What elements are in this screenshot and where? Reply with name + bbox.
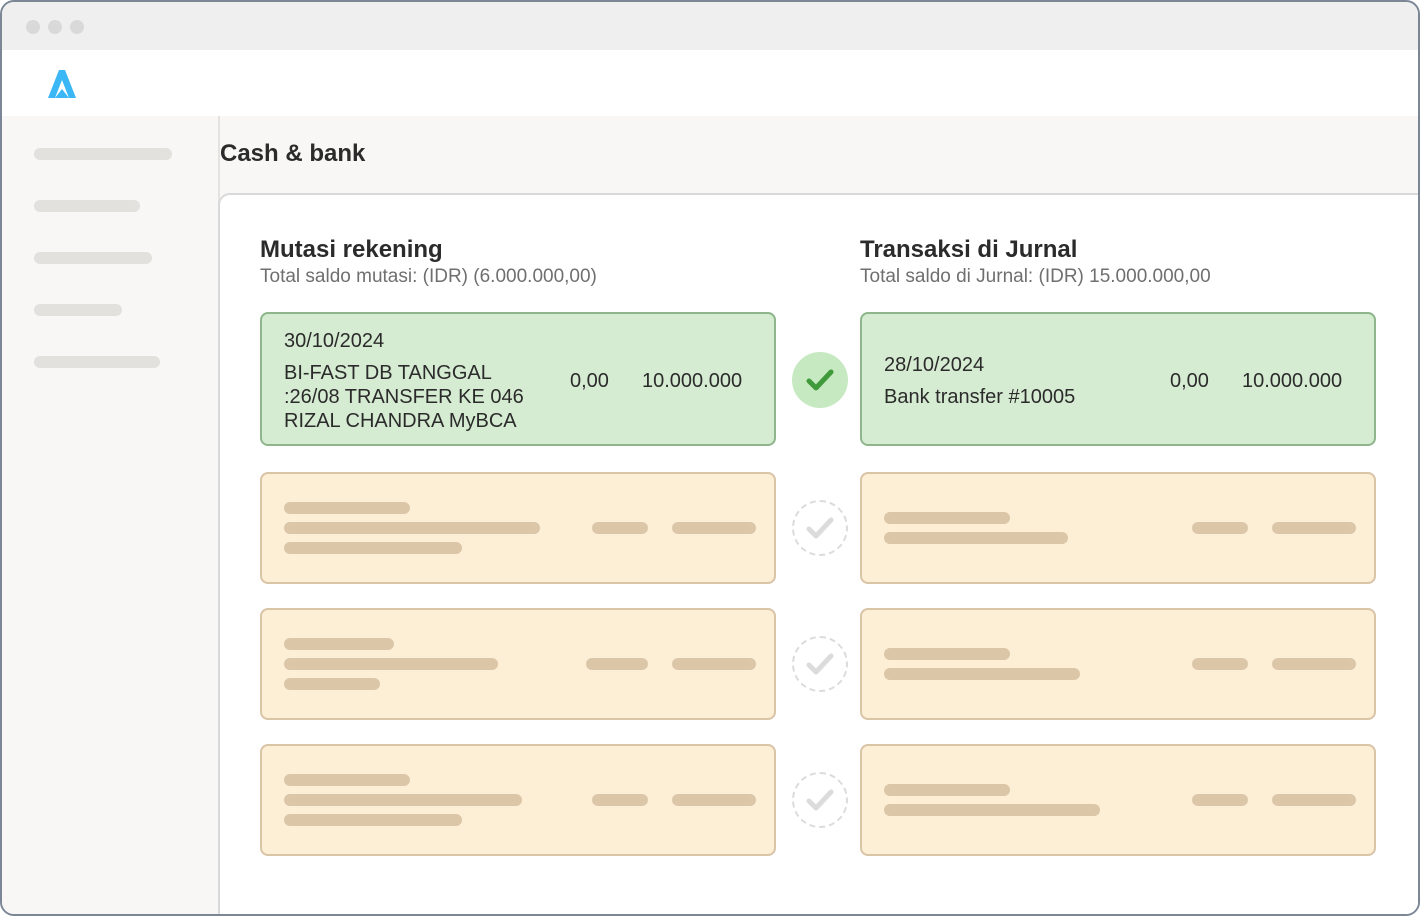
skeleton-line [284, 814, 462, 826]
unmatched-check-icon[interactable] [792, 500, 848, 556]
journal-date: 28/10/2024 [884, 354, 985, 376]
bank-statement-card-matched[interactable]: 30/10/2024 BI-FAST DB TANGGAL :26/08 TRA… [260, 312, 776, 446]
journal-card-placeholder[interactable] [860, 472, 1376, 584]
statement-description-line: RIZAL CHANDRA MyBCA [284, 410, 517, 432]
skeleton-amount [672, 658, 756, 670]
skeleton-amount [1272, 658, 1356, 670]
skeleton-amount [592, 522, 648, 534]
skeleton-amount [592, 794, 648, 806]
window-titlebar [2, 2, 1418, 50]
skeleton-line [284, 678, 380, 690]
bank-statement-card-placeholder[interactable] [260, 472, 776, 584]
statement-date: 30/10/2024 [284, 330, 385, 352]
skeleton-line [284, 522, 540, 534]
skeleton-amount [1272, 794, 1356, 806]
statement-description-line: BI-FAST DB TANGGAL [284, 362, 492, 384]
skeleton-line [884, 532, 1068, 544]
skeleton-amount [1192, 658, 1248, 670]
journal-card-placeholder[interactable] [860, 608, 1376, 720]
skeleton-amount [672, 522, 756, 534]
bank-statement-total: Total saldo mutasi: (IDR) (6.000.000,00) [260, 266, 597, 287]
check-icon [806, 789, 834, 811]
brand-logo-icon[interactable] [42, 64, 82, 104]
unmatched-check-icon[interactable] [792, 636, 848, 692]
skeleton-line [284, 502, 410, 514]
skeleton-line [884, 668, 1080, 680]
skeleton-line [884, 784, 1010, 796]
skeleton-line [284, 774, 410, 786]
skeleton-line [284, 794, 522, 806]
sidebar-item-placeholder[interactable] [34, 148, 172, 160]
skeleton-line [884, 804, 1100, 816]
matched-check-icon[interactable] [792, 352, 848, 408]
statement-credit: 10.000.000 [642, 370, 743, 392]
app-window: Cash & bank Mutasi rekening Total saldo … [0, 0, 1420, 916]
bank-statement-title: Mutasi rekening [260, 236, 443, 263]
journal-credit: 10.000.000 [1242, 370, 1343, 392]
check-icon [806, 369, 834, 391]
skeleton-amount [1192, 794, 1248, 806]
journal-card-placeholder[interactable] [860, 744, 1376, 856]
skeleton-line [884, 648, 1010, 660]
window-maximize-dot[interactable] [70, 20, 84, 34]
journal-description: Bank transfer #10005 [884, 386, 1076, 408]
unmatched-check-icon[interactable] [792, 772, 848, 828]
skeleton-amount [672, 794, 756, 806]
journal-title: Transaksi di Jurnal [860, 236, 1078, 263]
statement-description-line: :26/08 TRANSFER KE 046 [284, 386, 524, 408]
skeleton-line [284, 542, 462, 554]
sidebar [2, 116, 220, 914]
check-icon [806, 517, 834, 539]
sidebar-item-placeholder[interactable] [34, 200, 140, 212]
window-close-dot[interactable] [26, 20, 40, 34]
app-header [2, 50, 1418, 116]
page-title: Cash & bank [220, 140, 366, 167]
skeleton-amount [1272, 522, 1356, 534]
journal-debit: 0,00 [1170, 370, 1209, 392]
sidebar-item-placeholder[interactable] [34, 304, 122, 316]
statement-description: BI-FAST DB TANGGAL :26/08 TRANSFER KE 04… [284, 361, 554, 433]
check-icon [806, 653, 834, 675]
journal-card-matched[interactable]: 28/10/2024 Bank transfer #10005 0,00 10.… [860, 312, 1376, 446]
statement-debit: 0,00 [570, 370, 609, 392]
skeleton-amount [1192, 522, 1248, 534]
skeleton-amount [586, 658, 648, 670]
skeleton-line [884, 512, 1010, 524]
window-minimize-dot[interactable] [48, 20, 62, 34]
skeleton-line [284, 638, 394, 650]
journal-total: Total saldo di Jurnal: (IDR) 15.000.000,… [860, 266, 1211, 287]
bank-statement-card-placeholder[interactable] [260, 744, 776, 856]
skeleton-line [284, 658, 498, 670]
bank-statement-card-placeholder[interactable] [260, 608, 776, 720]
sidebar-item-placeholder[interactable] [34, 252, 152, 264]
sidebar-item-placeholder[interactable] [34, 356, 160, 368]
